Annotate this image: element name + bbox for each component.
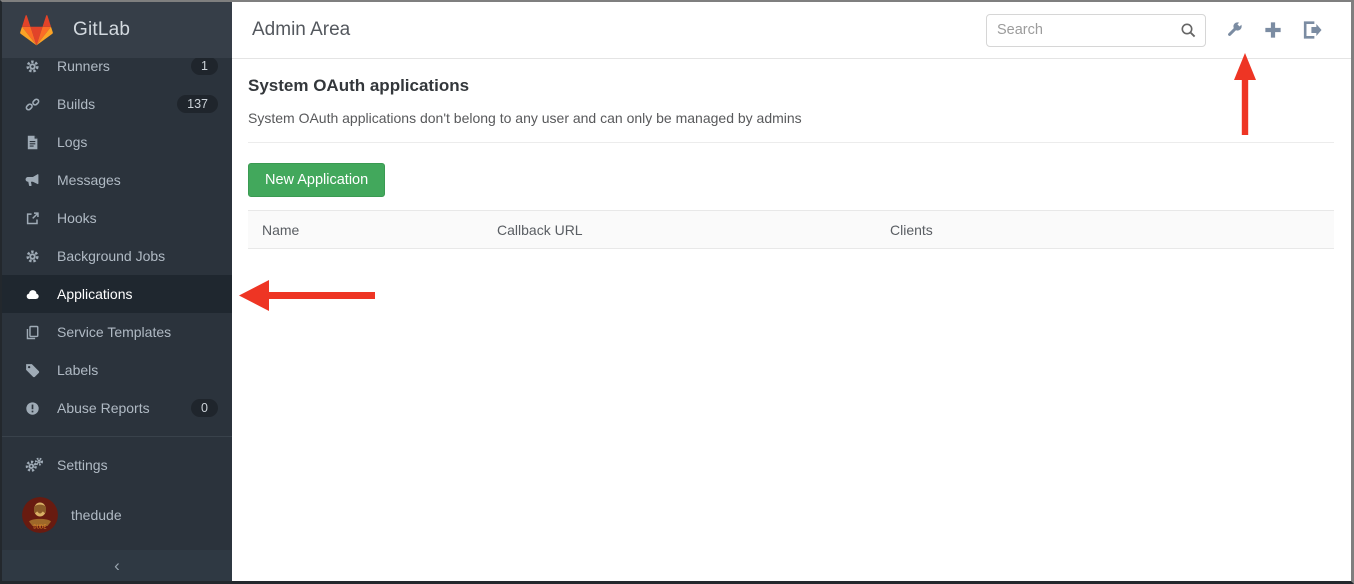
chain-icon — [25, 97, 44, 112]
sidebar-item-label: Service Templates — [57, 324, 232, 340]
header-controls — [986, 14, 1323, 47]
sidebar: GitLab Runners 1 Builds 137 — [2, 2, 232, 581]
section-heading: System OAuth applications — [248, 76, 1334, 96]
gitlab-tanuki-logo-icon — [19, 14, 54, 47]
cogs-icon — [25, 457, 44, 473]
external-link-icon — [25, 211, 44, 226]
main-area: Admin Area System — [232, 2, 1351, 581]
user-avatar: DUDE — [22, 497, 58, 533]
sidebar-collapse-toggle[interactable]: ‹ — [2, 550, 232, 581]
sidebar-item-labels[interactable]: Labels — [2, 351, 232, 389]
sidebar-item-label: Background Jobs — [57, 248, 232, 264]
sidebar-item-label: Applications — [57, 286, 232, 302]
sidebar-item-label: Abuse Reports — [57, 400, 191, 416]
tag-icon — [25, 363, 44, 378]
section-description: System OAuth applications don't belong t… — [248, 110, 1334, 126]
search-input[interactable] — [986, 14, 1206, 47]
applications-table: Name Callback URL Clients — [248, 210, 1334, 249]
count-badge: 1 — [191, 57, 218, 76]
table-header-row: Name Callback URL Clients — [248, 211, 1334, 249]
sidebar-item-abuse-reports[interactable]: Abuse Reports 0 — [2, 389, 232, 427]
column-header-name: Name — [248, 211, 483, 249]
cog-icon — [25, 59, 44, 74]
column-header-callback-url: Callback URL — [483, 211, 876, 249]
sidebar-item-label: Hooks — [57, 210, 232, 226]
sidebar-item-builds[interactable]: Builds 137 — [2, 85, 232, 123]
bullhorn-icon — [25, 173, 44, 188]
sidebar-item-label: Runners — [57, 58, 191, 74]
sidebar-item-label: Labels — [57, 362, 232, 378]
user-name: thedude — [71, 507, 122, 523]
count-badge: 137 — [177, 95, 218, 114]
plus-icon[interactable] — [1262, 19, 1284, 41]
top-header: Admin Area — [232, 2, 1351, 59]
sidebar-item-label: Builds — [57, 96, 177, 112]
gitlab-logo-text: GitLab — [73, 19, 130, 41]
sidebar-item-label: Logs — [57, 134, 232, 150]
count-badge: 0 — [191, 399, 218, 418]
copy-icon — [25, 325, 44, 340]
section-divider — [248, 142, 1334, 143]
sidebar-item-hooks[interactable]: Hooks — [2, 199, 232, 237]
sidebar-user-profile[interactable]: DUDE thedude — [2, 492, 232, 538]
new-application-button[interactable]: New Application — [248, 163, 385, 197]
sign-out-icon[interactable] — [1301, 19, 1323, 41]
sidebar-item-service-templates[interactable]: Service Templates — [2, 313, 232, 351]
file-icon — [25, 135, 44, 150]
admin-wrench-icon[interactable] — [1223, 19, 1245, 41]
search-box — [986, 14, 1206, 47]
sidebar-item-settings[interactable]: Settings — [2, 446, 232, 484]
cog-icon — [25, 249, 44, 264]
svg-text:DUDE: DUDE — [33, 525, 46, 531]
sidebar-item-messages[interactable]: Messages — [2, 161, 232, 199]
sidebar-item-applications[interactable]: Applications — [2, 275, 232, 313]
chevron-left-icon: ‹ — [114, 556, 120, 576]
admin-nav: Runners 1 Builds 137 Logs Me — [2, 47, 232, 538]
sidebar-item-background-jobs[interactable]: Background Jobs — [2, 237, 232, 275]
column-header-clients: Clients — [876, 211, 1334, 249]
sidebar-item-logs[interactable]: Logs — [2, 123, 232, 161]
gitlab-admin-window: GitLab Runners 1 Builds 137 — [0, 0, 1354, 584]
sidebar-logo-header[interactable]: GitLab — [2, 2, 232, 58]
warning-icon — [25, 401, 44, 416]
sidebar-item-label: Messages — [57, 172, 232, 188]
page-title: Admin Area — [252, 19, 350, 41]
cloud-icon — [25, 287, 44, 302]
oauth-applications-panel: System OAuth applications System OAuth a… — [232, 59, 1351, 249]
sidebar-divider — [2, 436, 232, 437]
sidebar-item-label: Settings — [57, 457, 232, 473]
search-icon — [1180, 22, 1197, 39]
